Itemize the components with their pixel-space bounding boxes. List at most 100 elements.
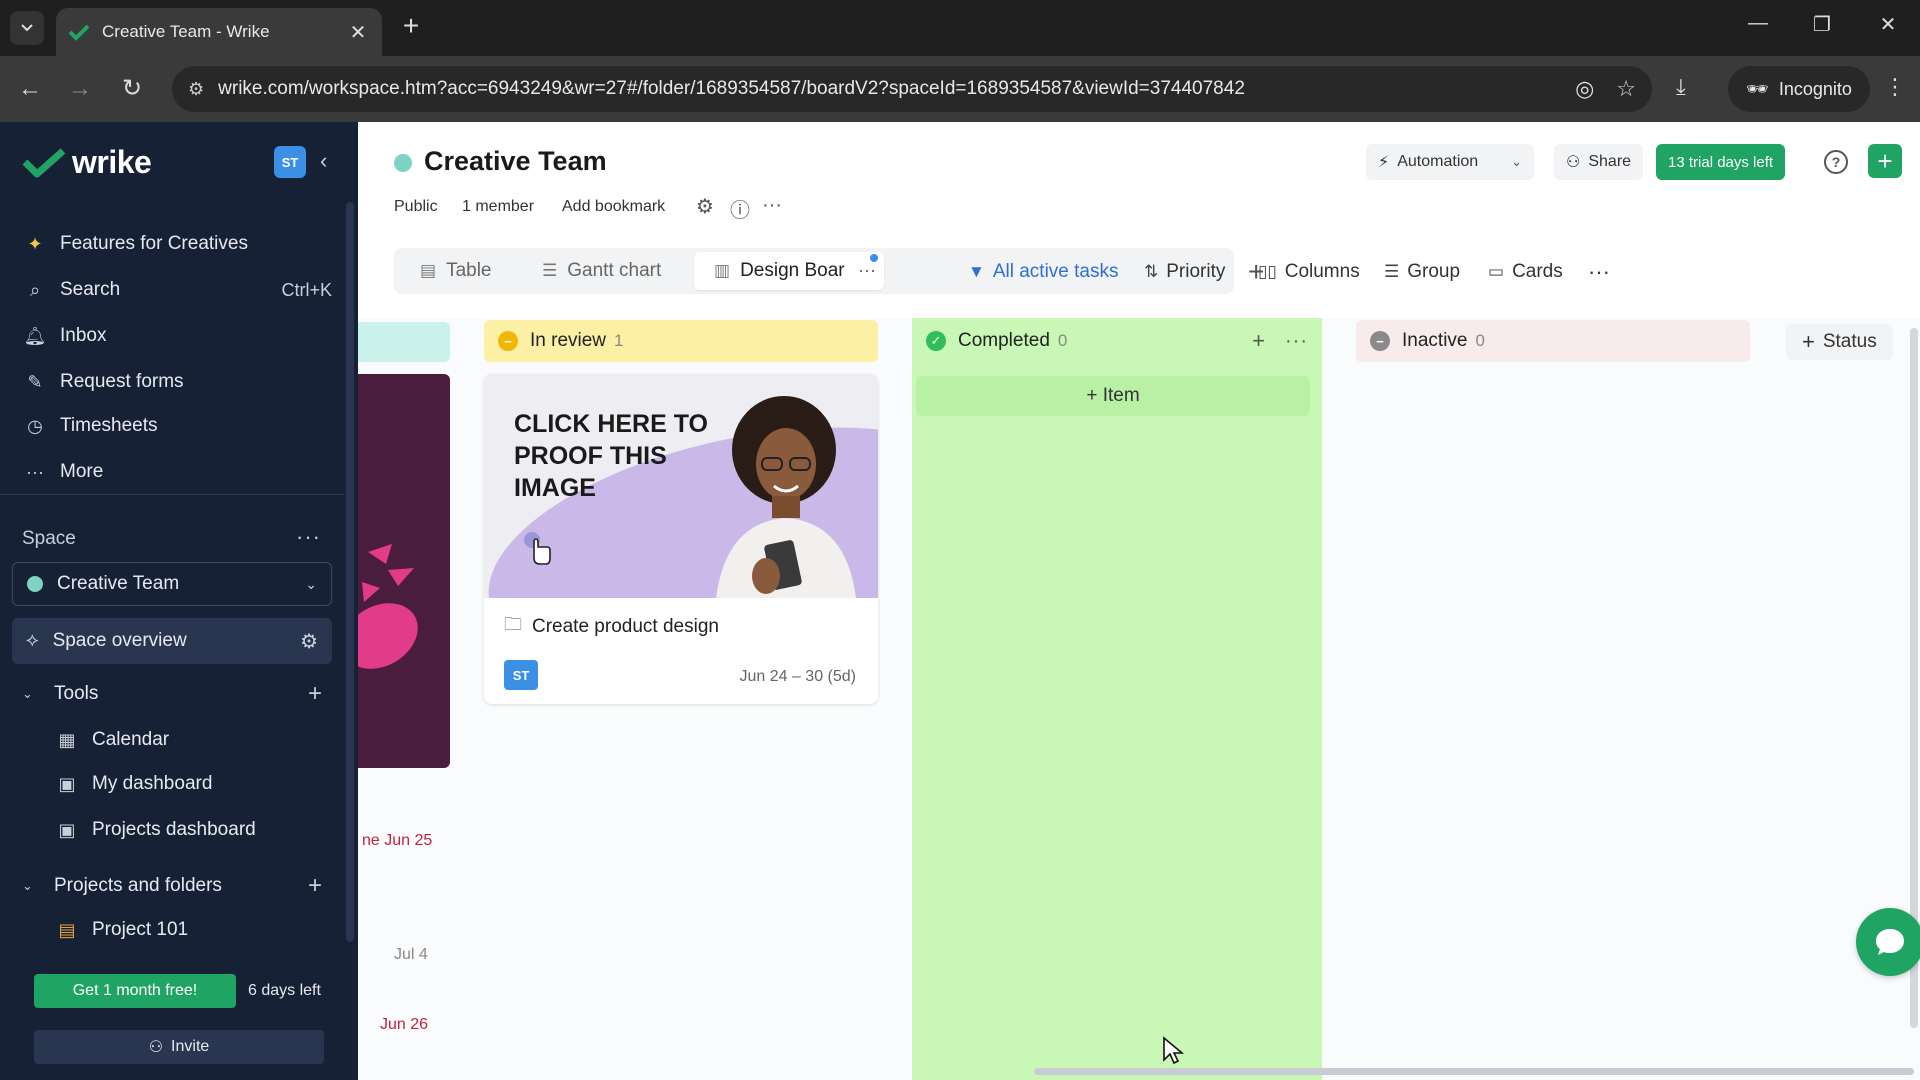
star-icon[interactable]: ☆ <box>1616 76 1636 102</box>
user-icon: ⚇ <box>1566 154 1581 171</box>
nav-search[interactable]: ⌕ Search Ctrl+K <box>22 270 332 310</box>
space-more-icon[interactable]: ··· <box>296 524 321 550</box>
left-task-date: ne Jun 25 <box>362 832 432 850</box>
meta-members[interactable]: 1 member <box>462 198 534 216</box>
eye-off-icon[interactable]: ◎ <box>1575 76 1594 102</box>
left-column-header[interactable] <box>358 322 450 362</box>
wrike-logo[interactable]: wrike <box>22 144 152 181</box>
add-item-button[interactable]: + Item <box>916 376 1310 416</box>
nav-more[interactable]: ··· More <box>22 452 332 492</box>
project-101[interactable]: ▤ Project 101 <box>56 910 326 950</box>
browser-tab[interactable]: Creative Team - Wrike ✕ <box>56 8 382 56</box>
add-tool-icon[interactable]: + <box>308 680 322 708</box>
tab-more-icon[interactable]: ··· <box>858 260 876 281</box>
url-text[interactable]: wrike.com/workspace.htm?acc=6943249&wr=2… <box>218 78 1553 100</box>
filter-label: Cards <box>1512 261 1563 282</box>
tool-my-dashboard[interactable]: ▣ My dashboard <box>56 764 326 804</box>
column-count: 1 <box>614 331 624 350</box>
tool-projects-dashboard[interactable]: ▣ Projects dashboard <box>56 810 326 850</box>
tab-title: Creative Team - Wrike <box>102 22 270 41</box>
filter-all-active-tasks[interactable]: ▼ All active tasks <box>968 256 1118 288</box>
download-icon[interactable]: ⤓ <box>1676 74 1686 100</box>
trial-days-badge[interactable]: 13 trial days left <box>1656 144 1786 180</box>
filter-label: Group <box>1407 261 1461 282</box>
nav-label: Inbox <box>60 325 107 346</box>
more-options-icon[interactable]: ··· <box>1588 256 1610 288</box>
assignee-avatar[interactable]: ST <box>504 660 538 690</box>
nav-timesheets[interactable]: ◷ Timesheets <box>22 406 332 446</box>
gear-icon[interactable]: ⚙ <box>300 629 318 654</box>
space-selector[interactable]: Creative Team ⌄ <box>12 562 332 606</box>
site-info-icon[interactable]: ⚙ <box>188 79 204 100</box>
help-icon[interactable]: ? <box>1824 150 1848 174</box>
invite-button[interactable]: ⚇ Invite <box>34 1030 324 1064</box>
nav-features-for-creatives[interactable]: ✦ Features for Creatives <box>22 224 332 264</box>
add-icon[interactable]: + <box>1868 144 1902 178</box>
sparkle-icon: ✦ <box>27 233 43 254</box>
board-horizontal-scrollbar[interactable] <box>364 1066 1914 1076</box>
main-area: Creative Team Public 1 member Add bookma… <box>358 122 1920 1080</box>
nav-inbox[interactable]: 🔔︎ Inbox <box>22 316 332 356</box>
collapse-sidebar-icon[interactable]: ‹ <box>320 148 327 174</box>
task-card[interactable]: CLICK HERE TO PROOF THIS IMAGE 🗀 Create … <box>484 374 878 704</box>
user-avatar[interactable]: ST <box>274 146 306 178</box>
gear-icon[interactable]: ⚙ <box>696 194 714 219</box>
add-bookmark-link[interactable]: Add bookmark <box>562 198 665 216</box>
add-project-icon[interactable]: + <box>308 872 322 900</box>
sidebar-scrollbar[interactable] <box>346 202 354 942</box>
column-count: 0 <box>1475 331 1485 350</box>
reload-icon[interactable]: ↻ <box>114 72 150 108</box>
chevron-down-icon[interactable]: ⌄ <box>1511 154 1522 170</box>
tab-gantt-chart[interactable]: ☰ Gantt chart <box>522 252 681 290</box>
column-header-inactive[interactable]: − Inactive 0 <box>1356 320 1750 362</box>
sort-priority[interactable]: ⇅ Priority <box>1144 256 1225 288</box>
address-bar[interactable]: ⚙ wrike.com/workspace.htm?acc=6943249&wr… <box>172 66 1652 112</box>
projects-section[interactable]: ⌄ Projects and folders + <box>22 866 322 906</box>
window-close-icon[interactable]: ✕ <box>1868 12 1908 37</box>
column-header-in-review[interactable]: − In review 1 <box>484 320 878 362</box>
column-more-icon[interactable]: ··· <box>1285 330 1308 353</box>
tool-calendar[interactable]: ▦ Calendar <box>56 720 326 760</box>
incognito-badge[interactable]: 🕶 Incognito <box>1728 66 1870 112</box>
info-icon[interactable]: ⓘ <box>730 194 750 223</box>
tools-label: Tools <box>54 683 99 704</box>
left-column-card[interactable] <box>358 374 450 768</box>
add-status-button[interactable]: + Status <box>1786 324 1893 360</box>
space-icon <box>27 576 43 592</box>
left-task-date: Jun 26 <box>380 1016 428 1034</box>
nav-request-forms[interactable]: ✎ Request forms <box>22 362 332 402</box>
back-icon[interactable]: ← <box>12 72 48 108</box>
tab-list-button[interactable] <box>10 11 44 45</box>
add-to-column-icon[interactable]: + <box>1252 328 1265 354</box>
tab-close-icon[interactable]: ✕ <box>346 20 370 45</box>
scroll-thumb[interactable] <box>1034 1068 1914 1075</box>
browser-menu-icon[interactable]: ⋮ <box>1884 74 1906 100</box>
chat-button[interactable] <box>1856 908 1920 976</box>
tools-section[interactable]: ⌄ Tools + <box>22 674 322 714</box>
meta-public[interactable]: Public <box>394 198 438 216</box>
card-title[interactable]: 🗀 Create product design <box>504 612 719 642</box>
group-button[interactable]: ☰ Group <box>1384 256 1460 288</box>
chevron-down-icon: ⌄ <box>305 575 317 592</box>
cards-button[interactable]: ▭ Cards <box>1488 256 1563 288</box>
column-name: Inactive <box>1402 330 1468 351</box>
automation-button[interactable]: ⚡︎ Automation ⌄ <box>1366 144 1534 180</box>
columns-button[interactable]: ▯▯ Columns <box>1258 256 1360 288</box>
card-cover-image[interactable]: CLICK HERE TO PROOF THIS IMAGE <box>484 374 878 598</box>
space-overview-item[interactable]: ⟡ Space overview ⚙ <box>12 618 332 664</box>
tab-design-board[interactable]: ▥ Design Boar ··· <box>694 252 884 290</box>
share-button[interactable]: ⚇ Share <box>1554 144 1644 180</box>
new-tab-button[interactable]: + <box>396 12 426 42</box>
card-title-text: Create product design <box>532 616 719 637</box>
forward-icon[interactable]: → <box>62 72 98 108</box>
left-date-text: ne Jun 25 <box>362 832 433 849</box>
page-title[interactable]: Creative Team <box>424 146 607 177</box>
tab-table[interactable]: ▤ Table <box>400 252 511 290</box>
restore-icon[interactable]: ❐ <box>1802 12 1842 37</box>
column-header-completed[interactable]: ✓ Completed 0 + ··· <box>912 320 1322 362</box>
more-icon[interactable]: ··· <box>762 194 782 217</box>
form-icon: ✎ <box>27 371 43 392</box>
nav-label: More <box>60 461 104 482</box>
get-month-free-button[interactable]: Get 1 month free! <box>34 974 236 1008</box>
minimize-icon[interactable]: — <box>1738 12 1778 35</box>
